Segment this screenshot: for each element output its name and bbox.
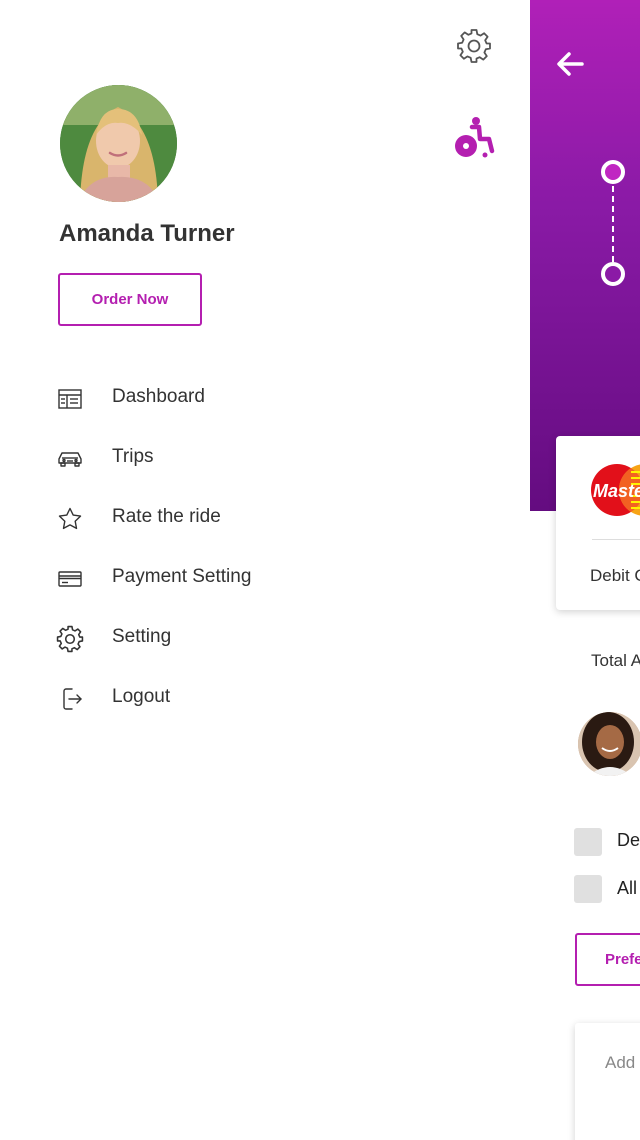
- menu-label-setting: Setting: [112, 626, 172, 647]
- navigation-drawer: Amanda Turner Order Now Dashboard Trips …: [0, 0, 530, 1140]
- menu-label-rate-ride: Rate the ride: [112, 506, 221, 527]
- dropoff-dot: [601, 262, 625, 286]
- menu-item-setting[interactable]: Setting: [56, 608, 456, 668]
- mastercard-logo: Maste: [591, 464, 640, 516]
- total-amount-label: Total A: [591, 651, 640, 670]
- menu-item-trips[interactable]: Trips: [56, 428, 456, 488]
- menu-item-payment-setting[interactable]: Payment Setting: [56, 548, 456, 608]
- menu-label-logout: Logout: [112, 686, 171, 707]
- menu-item-dashboard[interactable]: Dashboard: [56, 368, 456, 428]
- credit-card-icon: [58, 571, 82, 587]
- preferences-button[interactable]: Prefe: [575, 933, 640, 986]
- driver-avatar: [578, 712, 640, 776]
- back-arrow-icon[interactable]: [554, 48, 586, 80]
- payment-card[interactable]: Maste Debit C: [556, 436, 640, 610]
- gear-icon: [56, 625, 84, 653]
- car-icon: [58, 452, 82, 467]
- menu-label-payment-setting: Payment Setting: [112, 566, 252, 587]
- trip-header: [530, 0, 640, 511]
- drawer-menu: Dashboard Trips Rate the ride Payment Se…: [56, 368, 456, 728]
- user-name: Amanda Turner: [59, 220, 235, 247]
- star-icon: [58, 507, 82, 530]
- option-label-2: All: [617, 878, 638, 898]
- option-label-1: De: [617, 830, 640, 850]
- note-placeholder: Add: [605, 1053, 636, 1072]
- pickup-dot: [601, 160, 625, 184]
- gear-icon[interactable]: [456, 28, 492, 64]
- dashboard-icon: [58, 389, 82, 409]
- logout-icon: [63, 688, 82, 710]
- note-input[interactable]: Add: [575, 1023, 640, 1140]
- card-type: Debit C: [590, 566, 640, 585]
- avatar[interactable]: [60, 85, 177, 202]
- card-divider: [592, 539, 640, 540]
- mastercard-wordmark: Maste: [593, 481, 640, 501]
- background-screen: Maste Debit C Total A De All Prefe Add: [530, 0, 640, 1140]
- option-checkbox-1[interactable]: [574, 828, 602, 856]
- order-now-button[interactable]: Order Now: [58, 273, 202, 326]
- menu-label-trips: Trips: [112, 446, 154, 467]
- wheelchair-icon[interactable]: [452, 116, 496, 160]
- menu-item-logout[interactable]: Logout: [56, 668, 456, 728]
- option-checkbox-2[interactable]: [574, 875, 602, 903]
- menu-item-rate-ride[interactable]: Rate the ride: [56, 488, 456, 548]
- route-line: [612, 186, 614, 262]
- menu-label-dashboard: Dashboard: [112, 386, 205, 407]
